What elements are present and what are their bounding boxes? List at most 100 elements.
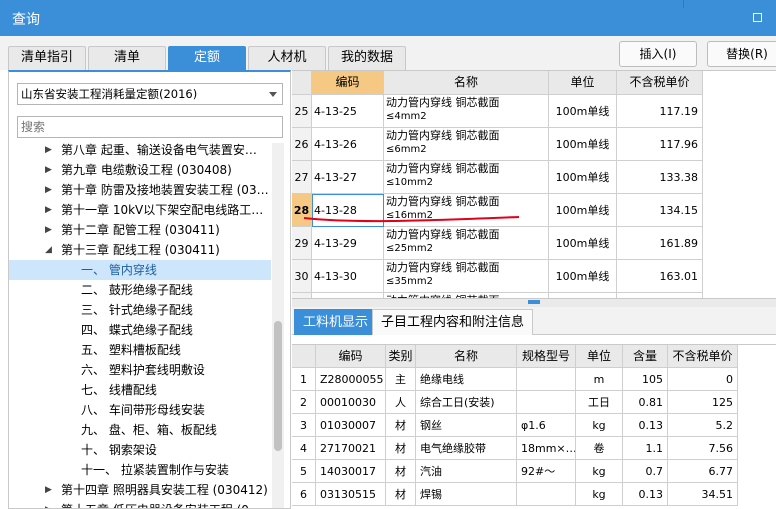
tree-chapter[interactable]: ▶ 第十一章 10kV以下架空配电线路工…	[9, 200, 271, 220]
quota-name[interactable]: 动力管内穿线 铜芯截面 ≤4mm2	[384, 95, 549, 128]
material-code[interactable]: 01030007	[316, 414, 386, 437]
tree-subitem[interactable]: 九、 盘、柜、箱、板配线	[9, 420, 271, 440]
material-type[interactable]: 材	[386, 437, 416, 460]
material-unit[interactable]: m	[576, 368, 623, 391]
material-code[interactable]: 14030017	[316, 460, 386, 483]
collapsed-arrow-icon[interactable]: ▶	[45, 140, 52, 160]
tree-subitem[interactable]: 七、 线槽配线	[9, 380, 271, 400]
material-code[interactable]: Z28000055	[316, 368, 386, 391]
column-header[interactable]: 不含税单价	[668, 345, 738, 368]
tree-chapter[interactable]: ▶ 第九章 电缆敷设工程 (030408)	[9, 160, 271, 180]
quota-library-select[interactable]: 山东省安装工程消耗量定额(2016)	[17, 83, 283, 105]
material-price[interactable]: 34.51	[668, 483, 738, 506]
material-unit[interactable]: kg	[576, 414, 623, 437]
material-code[interactable]: 00010030	[316, 391, 386, 414]
collapsed-arrow-icon[interactable]: ▶	[45, 200, 52, 220]
quota-code[interactable]: 4-13-30	[312, 260, 384, 293]
column-header[interactable]: 规格型号	[517, 345, 576, 368]
material-type[interactable]: 材	[386, 414, 416, 437]
material-spec[interactable]: 18mm×…	[517, 437, 576, 460]
material-type[interactable]: 主	[386, 368, 416, 391]
tree-subitem[interactable]: 八、 车间带形母线安装	[9, 400, 271, 420]
maximize-icon[interactable]	[753, 13, 762, 22]
column-header[interactable]: 单位	[549, 71, 617, 95]
material-price[interactable]: 7.56	[668, 437, 738, 460]
material-name[interactable]: 绝缘电线	[416, 368, 517, 391]
material-name[interactable]: 钢丝	[416, 414, 517, 437]
material-type[interactable]: 材	[386, 460, 416, 483]
collapsed-arrow-icon[interactable]: ▶	[45, 220, 52, 240]
collapsed-arrow-icon[interactable]: ▶	[45, 160, 52, 180]
column-header[interactable]: 编码	[316, 345, 386, 368]
material-spec[interactable]: 92#～95#	[517, 460, 576, 483]
material-type[interactable]: 材	[386, 483, 416, 506]
material-qty[interactable]: 0.13	[623, 483, 668, 506]
scrollbar-thumb[interactable]	[274, 321, 282, 451]
replace-button[interactable]: 替换(R)	[707, 41, 776, 67]
panel-splitter[interactable]	[292, 298, 776, 307]
tab-work-content-notes[interactable]: 子目工程内容和附注信息	[372, 309, 534, 335]
material-name[interactable]: 综合工日(安装)	[416, 391, 517, 414]
insert-button[interactable]: 插入(I)	[619, 41, 697, 67]
tree-chapter[interactable]: ▶ 第十二章 配管工程 (030411)	[9, 220, 271, 240]
material-unit[interactable]: 工日	[576, 391, 623, 414]
material-qty[interactable]: 0.13	[623, 414, 668, 437]
material-price[interactable]: 0	[668, 368, 738, 391]
column-header[interactable]: 含量	[623, 345, 668, 368]
tree-subitem[interactable]: 五、 塑料槽板配线	[9, 340, 271, 360]
quota-name[interactable]: 动力管内穿线 铜芯截面 ≤10mm2	[384, 161, 549, 194]
material-qty[interactable]: 1.1	[623, 437, 668, 460]
quota-code[interactable]: 4-13-28	[312, 194, 384, 227]
material-qty[interactable]: 0.7	[623, 460, 668, 483]
tree-chapter[interactable]: ▶ 第十四章 照明器具安装工程 (030412)	[9, 480, 271, 500]
quota-name[interactable]: 动力管内穿线 铜芯截面 ≤16mm2	[384, 194, 549, 227]
material-spec[interactable]: φ1.6	[517, 414, 576, 437]
column-header[interactable]: 编码	[312, 71, 384, 95]
tab-material-display[interactable]: 工料机显示	[294, 309, 378, 335]
material-name[interactable]: 汽油	[416, 460, 517, 483]
tab-labor-material-machine[interactable]: 人材机	[248, 46, 326, 70]
quota-code[interactable]: 4-13-29	[312, 227, 384, 260]
column-header[interactable]: 名称	[384, 71, 549, 95]
search-input[interactable]	[17, 116, 283, 138]
tree-subitem[interactable]: 二、 鼓形绝缘子配线	[9, 280, 271, 300]
tab-quota[interactable]: 定额	[168, 46, 246, 70]
material-unit[interactable]: kg	[576, 483, 623, 506]
expanded-arrow-icon[interactable]: ◢	[45, 240, 52, 260]
quota-name[interactable]: 动力管内穿线 铜芯截面 ≤35mm2	[384, 260, 549, 293]
tree-subitem[interactable]: 四、 蝶式绝缘子配线	[9, 320, 271, 340]
column-header[interactable]: 名称	[416, 345, 517, 368]
splitter-grip-icon[interactable]	[528, 300, 540, 304]
material-qty[interactable]: 105	[623, 368, 668, 391]
material-code[interactable]: 03130515	[316, 483, 386, 506]
material-qty[interactable]: 0.81	[623, 391, 668, 414]
tree-subitem[interactable]: 六、 塑料护套线明敷设	[9, 360, 271, 380]
tree-chapter[interactable]: ◢ 第十三章 配线工程 (030411)	[9, 240, 271, 260]
tree-scrollbar[interactable]	[272, 143, 284, 508]
tree-subitem[interactable]: 十一、 拉紧装置制作与安装	[9, 460, 271, 480]
material-unit[interactable]: kg	[576, 460, 623, 483]
quota-code[interactable]: 4-13-25	[312, 95, 384, 128]
material-price[interactable]: 5.2	[668, 414, 738, 437]
quota-code[interactable]: 4-13-26	[312, 128, 384, 161]
tab-bill[interactable]: 清单	[88, 46, 166, 70]
material-spec[interactable]	[517, 391, 576, 414]
collapsed-arrow-icon[interactable]: ▶	[45, 480, 52, 500]
material-price[interactable]: 125	[668, 391, 738, 414]
collapsed-arrow-icon[interactable]: ▶	[45, 180, 52, 200]
collapsed-arrow-icon[interactable]: ▶	[45, 500, 52, 508]
column-header[interactable]: 单位	[576, 345, 623, 368]
quota-code[interactable]: 4-13-27	[312, 161, 384, 194]
column-header[interactable]: 不含税单价	[617, 71, 703, 95]
tab-my-data[interactable]: 我的数据	[328, 46, 406, 70]
chevron-down-icon[interactable]	[269, 92, 277, 97]
tree-subitem[interactable]: 一、 管内穿线	[9, 260, 271, 280]
material-unit[interactable]: 卷	[576, 437, 623, 460]
tree-subitem[interactable]: 三、 针式绝缘子配线	[9, 300, 271, 320]
quota-name[interactable]: 动力管内穿线 铜芯截面 ≤6mm2	[384, 128, 549, 161]
material-name[interactable]: 焊锡	[416, 483, 517, 506]
tree-chapter[interactable]: ▶ 第八章 起重、输送设备电气装置安…	[9, 140, 271, 160]
material-code[interactable]: 27170021	[316, 437, 386, 460]
quota-name[interactable]: 动力管内穿线 铜芯截面 ≤25mm2	[384, 227, 549, 260]
material-spec[interactable]	[517, 483, 576, 506]
